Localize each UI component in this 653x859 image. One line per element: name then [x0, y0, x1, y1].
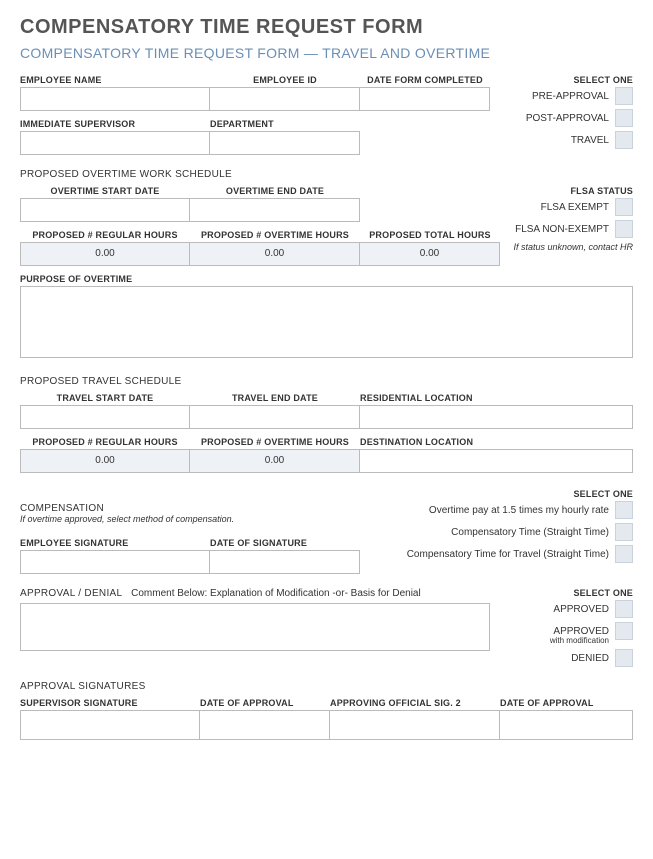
post-approval-label: POST-APPROVAL — [526, 113, 609, 124]
travel-ot-hours-label: PROPOSED # OVERTIME HOURS — [190, 437, 360, 449]
ot-start-label: OVERTIME START DATE — [20, 186, 190, 198]
travel-end-input[interactable] — [190, 405, 360, 429]
employee-name-label: EMPLOYEE NAME — [20, 75, 210, 87]
employee-signature-label: EMPLOYEE SIGNATURE — [20, 538, 210, 550]
date-completed-label: DATE FORM COMPLETED — [360, 75, 490, 87]
flsa-nonexempt-checkbox[interactable] — [615, 220, 633, 238]
travel-reg-hours-label: PROPOSED # REGULAR HOURS — [20, 437, 190, 449]
ot-end-label: OVERTIME END DATE — [190, 186, 360, 198]
comp-opt2-checkbox[interactable] — [615, 523, 633, 541]
ot-total-hours-label: PROPOSED TOTAL HOURS — [360, 230, 500, 242]
travel-checkbox[interactable] — [615, 131, 633, 149]
page-title: COMPENSATORY TIME REQUEST FORM — [20, 16, 633, 39]
ot-start-input[interactable] — [20, 198, 190, 222]
comp-opt1-checkbox[interactable] — [615, 501, 633, 519]
travel-start-input[interactable] — [20, 405, 190, 429]
signatures-heading: APPROVAL SIGNATURES — [20, 681, 633, 692]
approval-comment-note: Comment Below: Explanation of Modificati… — [131, 588, 421, 599]
ot-end-input[interactable] — [190, 198, 360, 222]
travel-start-label: TRAVEL START DATE — [20, 393, 190, 405]
approved-mod-label: APPROVED — [553, 626, 609, 637]
department-input[interactable] — [210, 131, 360, 155]
overtime-heading: PROPOSED OVERTIME WORK SCHEDULE — [20, 169, 633, 180]
comp-opt3-checkbox[interactable] — [615, 545, 633, 563]
purpose-textarea[interactable] — [20, 286, 633, 358]
ot-ot-hours-label: PROPOSED # OVERTIME HOURS — [190, 230, 360, 242]
travel-ot-hours-value[interactable]: 0.00 — [190, 449, 360, 473]
official-sig-label: APPROVING OFFICIAL SIG. 2 — [330, 698, 500, 710]
post-approval-checkbox[interactable] — [615, 109, 633, 127]
denied-checkbox[interactable] — [615, 649, 633, 667]
supervisor-input[interactable] — [20, 131, 210, 155]
employee-id-input[interactable] — [210, 87, 360, 111]
official-sig-input[interactable] — [330, 710, 500, 740]
page-subtitle: COMPENSATORY TIME REQUEST FORM — TRAVEL … — [20, 45, 633, 61]
employee-signature-input[interactable] — [20, 550, 210, 574]
destination-location-input[interactable] — [360, 449, 633, 473]
approval-heading: APPROVAL / DENIAL — [20, 588, 122, 599]
travel-label: TRAVEL — [571, 135, 609, 146]
approved-mod-checkbox[interactable] — [615, 622, 633, 640]
compensation-note: If overtime approved, select method of c… — [20, 514, 373, 524]
flsa-heading: FLSA STATUS — [503, 186, 633, 198]
denied-label: DENIED — [571, 653, 609, 664]
signature-date-label: DATE OF SIGNATURE — [210, 538, 360, 550]
employee-name-input[interactable] — [20, 87, 210, 111]
destination-location-label: DESTINATION LOCATION — [360, 437, 633, 449]
residential-location-label: RESIDENTIAL LOCATION — [360, 393, 633, 405]
travel-end-label: TRAVEL END DATE — [190, 393, 360, 405]
ot-reg-hours-label: PROPOSED # REGULAR HOURS — [20, 230, 190, 242]
approved-mod-sub: with modification — [513, 636, 609, 645]
supervisor-sig-label: SUPERVISOR SIGNATURE — [20, 698, 200, 710]
compensation-heading: COMPENSATION — [20, 503, 373, 514]
travel-heading: PROPOSED TRAVEL SCHEDULE — [20, 376, 633, 387]
date-completed-input[interactable] — [360, 87, 490, 111]
supervisor-date-label: DATE OF APPROVAL — [200, 698, 330, 710]
supervisor-label: IMMEDIATE SUPERVISOR — [20, 119, 210, 131]
flsa-exempt-checkbox[interactable] — [615, 198, 633, 216]
flsa-exempt-label: FLSA EXEMPT — [541, 202, 609, 213]
comp-opt2-label: Compensatory Time (Straight Time) — [451, 527, 609, 538]
supervisor-date-input[interactable] — [200, 710, 330, 740]
official-date-label: DATE OF APPROVAL — [500, 698, 633, 710]
ot-total-hours-value: 0.00 — [360, 242, 500, 266]
department-label: DEPARTMENT — [210, 119, 360, 131]
select-one-label-1: SELECT ONE — [503, 75, 633, 87]
pre-approval-label: PRE-APPROVAL — [532, 91, 609, 102]
select-one-label-3: SELECT ONE — [513, 588, 633, 600]
supervisor-sig-input[interactable] — [20, 710, 200, 740]
travel-reg-hours-value[interactable]: 0.00 — [20, 449, 190, 473]
comp-opt3-label: Compensatory Time for Travel (Straight T… — [407, 549, 609, 560]
residential-location-input[interactable] — [360, 405, 633, 429]
flsa-note: If status unknown, contact HR — [503, 242, 633, 252]
ot-reg-hours-value[interactable]: 0.00 — [20, 242, 190, 266]
official-date-input[interactable] — [500, 710, 633, 740]
approved-label: APPROVED — [553, 604, 609, 615]
employee-id-label: EMPLOYEE ID — [210, 75, 360, 87]
signature-date-input[interactable] — [210, 550, 360, 574]
purpose-label: PURPOSE OF OVERTIME — [20, 274, 633, 286]
approved-checkbox[interactable] — [615, 600, 633, 618]
approval-comment-textarea[interactable] — [20, 603, 490, 651]
select-one-label-2: SELECT ONE — [373, 489, 633, 501]
pre-approval-checkbox[interactable] — [615, 87, 633, 105]
comp-opt1-label: Overtime pay at 1.5 times my hourly rate — [429, 505, 609, 516]
flsa-nonexempt-label: FLSA NON-EXEMPT — [515, 224, 609, 235]
ot-ot-hours-value[interactable]: 0.00 — [190, 242, 360, 266]
